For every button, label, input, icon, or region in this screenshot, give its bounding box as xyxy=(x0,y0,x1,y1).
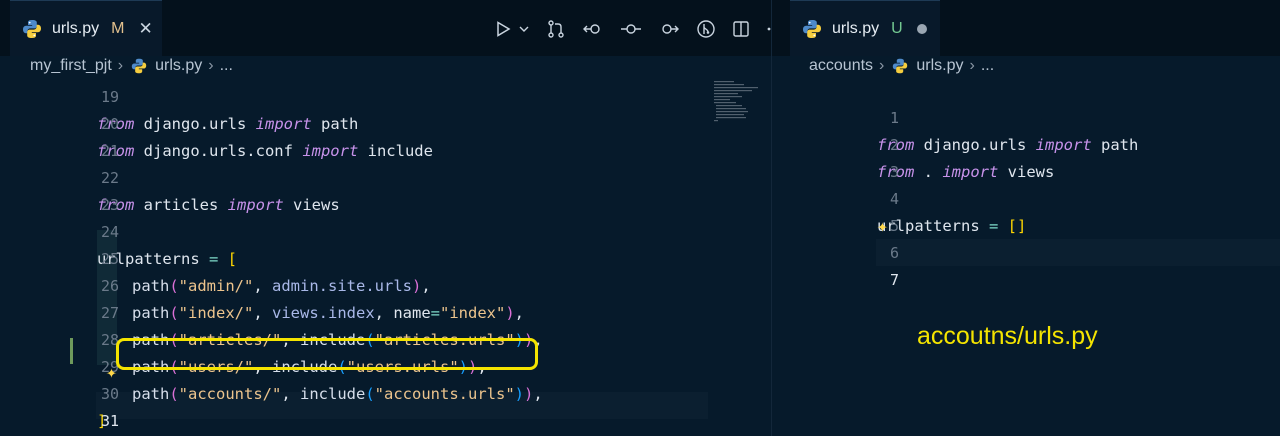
tab-urls-py-left[interactable]: urls.py M ✕ xyxy=(10,0,162,56)
line-number: 31 xyxy=(100,412,119,430)
breadcrumb-folder[interactable]: accounts xyxy=(809,57,873,75)
tab-filename: urls.py xyxy=(52,19,100,37)
sparkle-icon[interactable]: ✦ xyxy=(877,213,888,240)
tab-urls-py-right[interactable]: urls.py U xyxy=(790,0,940,56)
code-line-27: 27 path("articles/", include("articles.u… xyxy=(0,273,771,349)
code-line-23: 23 xyxy=(0,165,771,214)
breadcrumb-separator: › xyxy=(879,57,885,74)
breadcrumb-more[interactable]: ... xyxy=(981,57,994,75)
python-file-icon xyxy=(23,19,41,38)
source-control-icon[interactable] xyxy=(546,19,566,39)
chevron-down-icon[interactable] xyxy=(518,23,530,35)
code-line-7: 7 xyxy=(772,240,1280,289)
annotation-label: accoutns/urls.py xyxy=(917,322,1098,350)
minimap[interactable] xyxy=(712,80,768,126)
code-line-20: 20 from django.urls.conf import include xyxy=(0,84,771,160)
code-line-22: 22 from articles import views xyxy=(0,138,771,214)
go-back-icon[interactable] xyxy=(582,19,604,39)
python-file-icon xyxy=(803,19,821,38)
code-line-21: 21 xyxy=(0,111,771,160)
right-code-area[interactable]: 1 from django.urls import path 2 from . … xyxy=(772,78,1280,436)
left-editor-pane: urls.py M ✕ my_first_pjt › urls.py › ...… xyxy=(0,0,771,436)
left-code-area[interactable]: 19 from django.urls import path 20 from … xyxy=(0,70,771,436)
merge-icon[interactable] xyxy=(696,19,716,39)
code-line-26: 26 path("index/", views.index, name="ind… xyxy=(0,246,771,322)
code-line-6: 6 ✦ xyxy=(772,213,1280,262)
code-line-4: 4 urlpatterns = [] xyxy=(772,159,1280,235)
breadcrumb-separator: › xyxy=(969,57,975,74)
close-tab-icon[interactable]: ✕ xyxy=(138,19,152,39)
sparkle-icon[interactable]: ✦ xyxy=(106,362,117,383)
code-line-19: 19 from django.urls import path xyxy=(0,57,771,133)
go-forward-icon[interactable] xyxy=(658,19,680,39)
code-line-3: 3 xyxy=(772,132,1280,181)
python-file-icon xyxy=(893,58,908,74)
dirty-dot-icon[interactable] xyxy=(916,23,927,34)
highlight-box xyxy=(116,338,538,370)
code-line-5: 5 xyxy=(772,186,1280,235)
code-line-28: 28 path("users/", include("users.urls"))… xyxy=(0,300,771,376)
tab-untracked-badge: U xyxy=(891,19,903,37)
tab-filename: urls.py xyxy=(832,19,880,37)
code-line-24: 24 urlpatterns = [ xyxy=(0,192,771,268)
breadcrumb-file[interactable]: urls.py xyxy=(916,57,963,75)
editor-toolbar xyxy=(494,14,771,44)
tab-modified-badge: M xyxy=(111,19,125,37)
right-editor-pane: urls.py U accounts › urls.py › ... 1 fro… xyxy=(772,0,1280,436)
code-line-2: 2 from . import views xyxy=(772,105,1280,181)
code-line-1: 1 from django.urls import path xyxy=(772,78,1280,154)
split-editor-icon[interactable] xyxy=(732,20,750,38)
commit-icon[interactable] xyxy=(620,19,642,39)
run-icon[interactable] xyxy=(494,20,512,38)
code-line-31: 31 xyxy=(0,381,771,430)
breadcrumb: accounts › urls.py › ... xyxy=(809,54,994,78)
line-number: 7 xyxy=(889,271,899,289)
code-line-25: 25 path("admin/", admin.site.urls), xyxy=(0,219,771,295)
